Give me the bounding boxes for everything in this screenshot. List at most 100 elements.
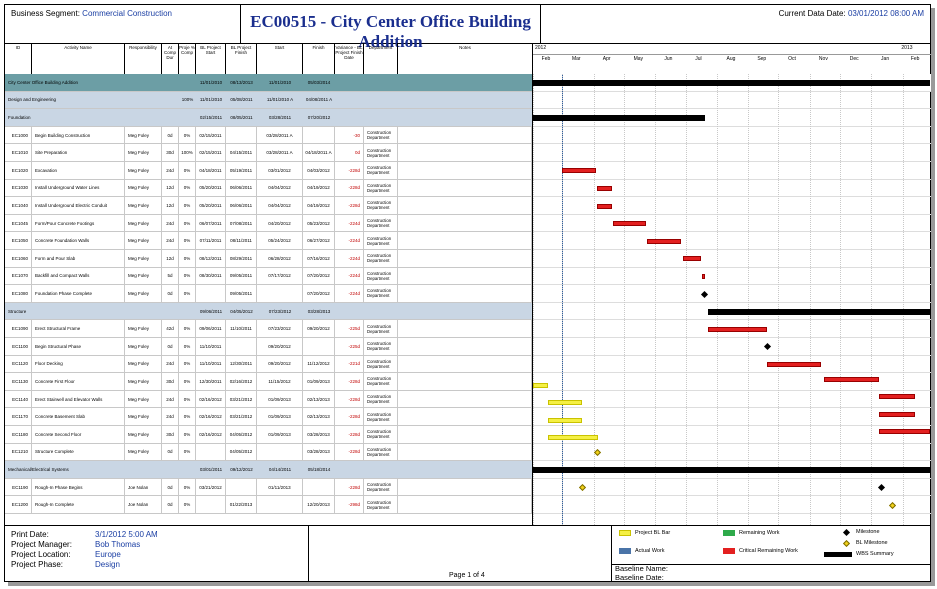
critical-work-bar[interactable] xyxy=(647,238,682,244)
cell-responsibility: Meg Foley xyxy=(125,250,162,267)
wbs-summary-row[interactable]: City Center Office Building Addition 11/0… xyxy=(5,74,532,92)
column-header[interactable]: Responsibility xyxy=(125,43,162,74)
cell-finish: 01/09/2013 xyxy=(303,373,335,390)
cell-bl-finish: 04/05/2012 xyxy=(226,426,257,443)
column-header[interactable]: ID xyxy=(5,43,32,74)
cell-department: Construction Department xyxy=(364,250,398,267)
column-headers: ID Activity Name Responsibility At Comp Dur… xyxy=(5,43,532,75)
table-row[interactable]: EC1070 Backfill and Compact Walls Meg Fole… xyxy=(5,267,532,286)
critical-work-bar[interactable] xyxy=(562,168,596,174)
cell-id: EC1030 xyxy=(5,179,32,197)
wbs-summary-bar[interactable] xyxy=(533,467,930,473)
table-row[interactable]: EC1040 Install Underground Electric Condu… xyxy=(5,197,532,215)
table-row[interactable]: EC1045 Form/Pour Concrete Footings Meg Fol… xyxy=(5,214,532,233)
cell-bl-finish: 07/08/2011 xyxy=(226,214,257,232)
report-footer: Print Date: 3/1/2012 5:00 AM Project Mana… xyxy=(5,525,930,582)
cell-percent: 0% xyxy=(179,250,196,267)
table-row[interactable]: EC1050 Concrete Foundation Walls Meg Foley… xyxy=(5,232,532,250)
cell-variance: -228d xyxy=(335,443,364,461)
critical-work-bar[interactable] xyxy=(823,376,880,382)
critical-work-bar[interactable] xyxy=(707,326,768,332)
table-row[interactable]: EC1100 Begin Structural Phase Meg Foley 0d 0… xyxy=(5,338,532,356)
critical-work-bar[interactable] xyxy=(612,221,647,227)
cell-notes xyxy=(398,408,532,425)
cell-bl-finish: 09/12/2012 xyxy=(230,466,253,472)
wbs-summary-row[interactable]: Foundation 02/15/2011 08/05/2011 03/28/2011… xyxy=(5,109,532,127)
critical-work-bar[interactable] xyxy=(879,394,915,400)
column-header[interactable]: Variance - BL Project Finish Date xyxy=(335,43,364,74)
table-row[interactable]: EC1000 Begin Building Construction Meg Fol… xyxy=(5,126,532,145)
table-row[interactable]: EC1030 Install Underground Water Lines Meg… xyxy=(5,179,532,198)
cell-responsibility: Meg Foley xyxy=(125,338,162,355)
table-row[interactable]: EC1080 Foundation Phase Complete Meg Foley… xyxy=(5,285,532,303)
baseline-bar[interactable] xyxy=(548,435,598,441)
cell-finish: 02/13/2013 xyxy=(303,408,335,425)
column-header[interactable]: BL Project Finish xyxy=(226,43,257,74)
cell-duration: 30d xyxy=(162,144,179,161)
cell-bl-finish: 08/11/2011 xyxy=(226,232,257,249)
baseline-bar[interactable] xyxy=(533,382,549,388)
cell-activity-name: Begin Building Construction xyxy=(32,126,125,144)
project-title: EC00515 - City Center Office Building Ad… xyxy=(241,5,541,51)
baseline-bar[interactable] xyxy=(548,417,583,423)
critical-work-bar[interactable] xyxy=(879,429,930,435)
cell-start: 07/17/2012 xyxy=(257,267,303,285)
column-header[interactable]: Notes xyxy=(398,43,532,74)
cell-bl-start: 02/15/2011 xyxy=(196,126,226,144)
column-header[interactable]: Proje % Comp xyxy=(179,43,196,74)
table-row[interactable]: EC1210 Structure Complete Meg Foley 0d 0% 04/… xyxy=(5,443,532,462)
table-row[interactable]: EC1140 Erect Stairwell and Elevator Walls… xyxy=(5,390,532,409)
cell-percent: 100% xyxy=(179,144,196,161)
legend-label: Critical Remaining Work xyxy=(739,548,798,554)
cell-department: Construction Department xyxy=(364,338,398,355)
critical-work-bar[interactable] xyxy=(682,256,701,262)
critical-work-bar[interactable] xyxy=(701,273,705,279)
table-row[interactable]: EC1170 Concrete Basement Slab Meg Foley 24d… xyxy=(5,408,532,426)
cell-duration: 30d xyxy=(162,373,179,390)
cell-bl-start: 02/15/2011 xyxy=(196,144,226,161)
table-row[interactable]: EC1090 Erect Structural Frame Meg Foley 42d… xyxy=(5,320,532,338)
table-row[interactable]: EC1010 Site Preparation Meg Foley 30d 100% 02… xyxy=(5,144,532,162)
cell-notes xyxy=(398,179,532,197)
table-row[interactable]: EC1190 Rough-In Phase Begins Joe Nolan 0d 0%… xyxy=(5,478,532,497)
data-date-value: 03/01/2012 08:00 AM xyxy=(847,9,924,18)
table-row[interactable]: EC1020 Excavation Meg Foley 24d 0% 04/18/2011… xyxy=(5,162,532,180)
gantt-chart: 2012 2013 Feb Mar Apr May Jun Jul Aug Sep Oct Nov D… xyxy=(532,43,931,525)
column-header[interactable]: At Comp Dur xyxy=(162,43,179,74)
segment-label: Business Segment: xyxy=(11,9,80,18)
month-label: May xyxy=(633,56,644,62)
critical-work-bar[interactable] xyxy=(767,361,821,367)
cell-bl-start xyxy=(196,285,226,302)
legend-label: WBS Summary xyxy=(856,551,894,557)
print-date-value: 3/1/2012 5:00 AM xyxy=(95,530,158,539)
column-header[interactable]: Department xyxy=(364,43,398,74)
month-label: Oct xyxy=(788,56,796,62)
critical-work-bar[interactable] xyxy=(879,411,915,417)
wbs-summary-row[interactable]: Design and Engineering 100% 11/01/2010 05/0… xyxy=(5,91,532,110)
cell-percent: 0% xyxy=(179,232,196,249)
column-header[interactable]: Start xyxy=(257,43,303,74)
cell-duration: 0d xyxy=(162,285,179,302)
table-row[interactable]: EC1130 Concrete First Floor Meg Foley 30d 0%… xyxy=(5,373,532,391)
baseline-bar[interactable] xyxy=(548,400,583,406)
wbs-summary-row[interactable]: Structure 09/06/2011 04/05/2012 07/23/2012 0… xyxy=(5,302,532,321)
wbs-summary-bar[interactable] xyxy=(707,308,930,315)
cell-activity-name: Install Underground Water Lines xyxy=(32,179,125,197)
wbs-summary-row[interactable]: Mechanical/Electrical Systems 03/01/2011 0… xyxy=(5,461,532,479)
critical-work-bar[interactable] xyxy=(596,203,612,209)
table-row[interactable]: EC1120 Floor Decking Meg Foley 24d 0% 11/10/2… xyxy=(5,355,532,374)
wbs-summary-bar[interactable] xyxy=(533,79,930,86)
cell-department: Construction Department xyxy=(364,373,398,390)
table-row[interactable]: EC1180 Concrete Second Floor Meg Foley 30d 0… xyxy=(5,426,532,444)
wbs-summary-bar[interactable] xyxy=(533,115,705,121)
legend-label: BL Milestone xyxy=(856,540,888,546)
table-row[interactable]: EC1060 Form and Pour Slab Meg Foley 12d 0% 08… xyxy=(5,250,532,268)
cell-bl-finish: 04/15/2011 xyxy=(226,144,257,161)
cell-duration: 24d xyxy=(162,408,179,425)
month-gridline xyxy=(623,74,625,525)
critical-work-bar[interactable] xyxy=(596,185,612,191)
column-header[interactable]: BL Project Start xyxy=(196,43,226,74)
column-header[interactable]: Activity Name xyxy=(32,43,125,74)
table-row[interactable]: EC1200 Rough-In Complete Joe Nolan 0d 0% 01/2… xyxy=(5,496,532,514)
column-header[interactable]: Finish xyxy=(303,43,335,74)
